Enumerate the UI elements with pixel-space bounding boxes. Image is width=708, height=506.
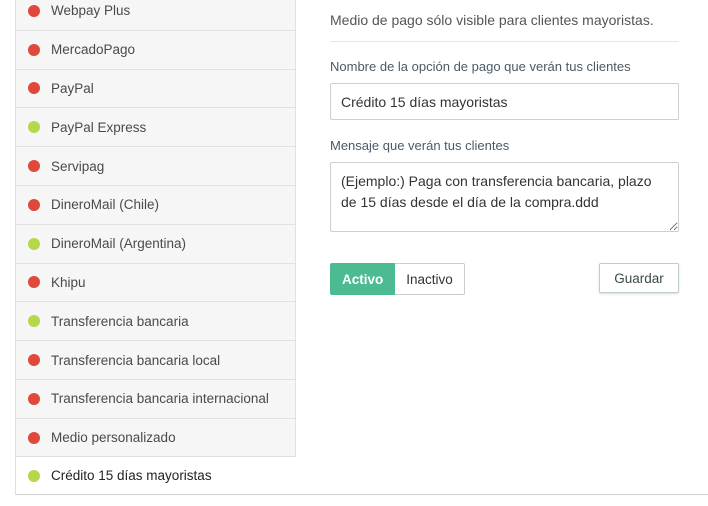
status-dot-icon — [28, 354, 40, 367]
payment-method-label: Khipu — [51, 274, 86, 290]
status-dot-icon — [28, 198, 40, 211]
payment-method-item[interactable]: PayPal — [16, 70, 295, 109]
payment-method-item[interactable]: Transferencia bancaria — [16, 302, 295, 342]
payment-method-item[interactable]: Transferencia bancaria local — [16, 341, 295, 380]
inactive-toggle-button[interactable]: Inactivo — [395, 263, 465, 295]
payment-method-item[interactable]: PayPal Express — [16, 108, 295, 148]
status-dot-icon — [28, 4, 40, 17]
payment-method-item[interactable]: Khipu — [16, 264, 295, 303]
payment-method-item[interactable]: MercadoPago — [16, 31, 295, 70]
status-dot-icon — [28, 469, 40, 482]
payment-method-label: Transferencia bancaria internacional — [51, 391, 269, 407]
status-dot-icon — [28, 315, 40, 328]
payment-method-label: Medio personalizado — [51, 430, 176, 446]
status-toggle: Activo Inactivo — [330, 263, 465, 295]
status-dot-icon — [28, 160, 40, 173]
payment-method-label: Webpay Plus — [51, 3, 131, 19]
save-button[interactable]: Guardar — [599, 263, 679, 293]
active-toggle-button[interactable]: Activo — [330, 263, 396, 295]
payment-method-label: MercadoPago — [51, 42, 136, 58]
selected-payment-method[interactable]: Crédito 15 días mayoristas — [15, 457, 708, 495]
payment-method-item[interactable]: DineroMail (Argentina) — [16, 225, 295, 264]
message-field-label: Mensaje que verán tus clientes — [330, 138, 510, 153]
payment-method-item[interactable]: DineroMail (Chile) — [16, 186, 295, 225]
status-dot-icon — [28, 276, 40, 289]
customer-message-textarea[interactable]: (Ejemplo:) Paga con transferencia bancar… — [330, 162, 679, 232]
payment-method-label: Servipag — [51, 158, 105, 174]
payment-method-label: DineroMail (Argentina) — [51, 236, 187, 252]
payment-method-item[interactable]: Transferencia bancaria internacional — [16, 380, 295, 419]
payment-method-list: Webpay Plus MercadoPago PayPal PayPal Expre… — [15, 0, 296, 458]
payment-method-label: PayPal — [51, 80, 94, 96]
payment-method-item[interactable]: Medio personalizado — [16, 419, 295, 458]
status-dot-icon — [28, 43, 40, 56]
status-dot-icon — [28, 431, 40, 444]
payment-method-label: PayPal Express — [51, 119, 147, 135]
name-field-label: Nombre de la opción de pago que verán tu… — [330, 59, 631, 74]
selected-payment-method-label: Crédito 15 días mayoristas — [51, 468, 212, 483]
payment-method-label: DineroMail (Chile) — [51, 197, 160, 213]
divider — [330, 41, 679, 42]
status-dot-icon — [28, 82, 40, 95]
status-dot-icon — [28, 121, 40, 134]
payment-name-input[interactable] — [330, 83, 679, 120]
payment-method-label: Transferencia bancaria — [51, 313, 189, 329]
payment-method-item[interactable]: Webpay Plus — [16, 0, 295, 31]
status-dot-icon — [28, 392, 40, 405]
payment-method-item[interactable]: Servipag — [16, 147, 295, 186]
status-dot-icon — [28, 237, 40, 250]
payment-method-label: Transferencia bancaria local — [51, 352, 221, 368]
payment-method-description: Medio de pago sólo visible para clientes… — [330, 12, 654, 28]
